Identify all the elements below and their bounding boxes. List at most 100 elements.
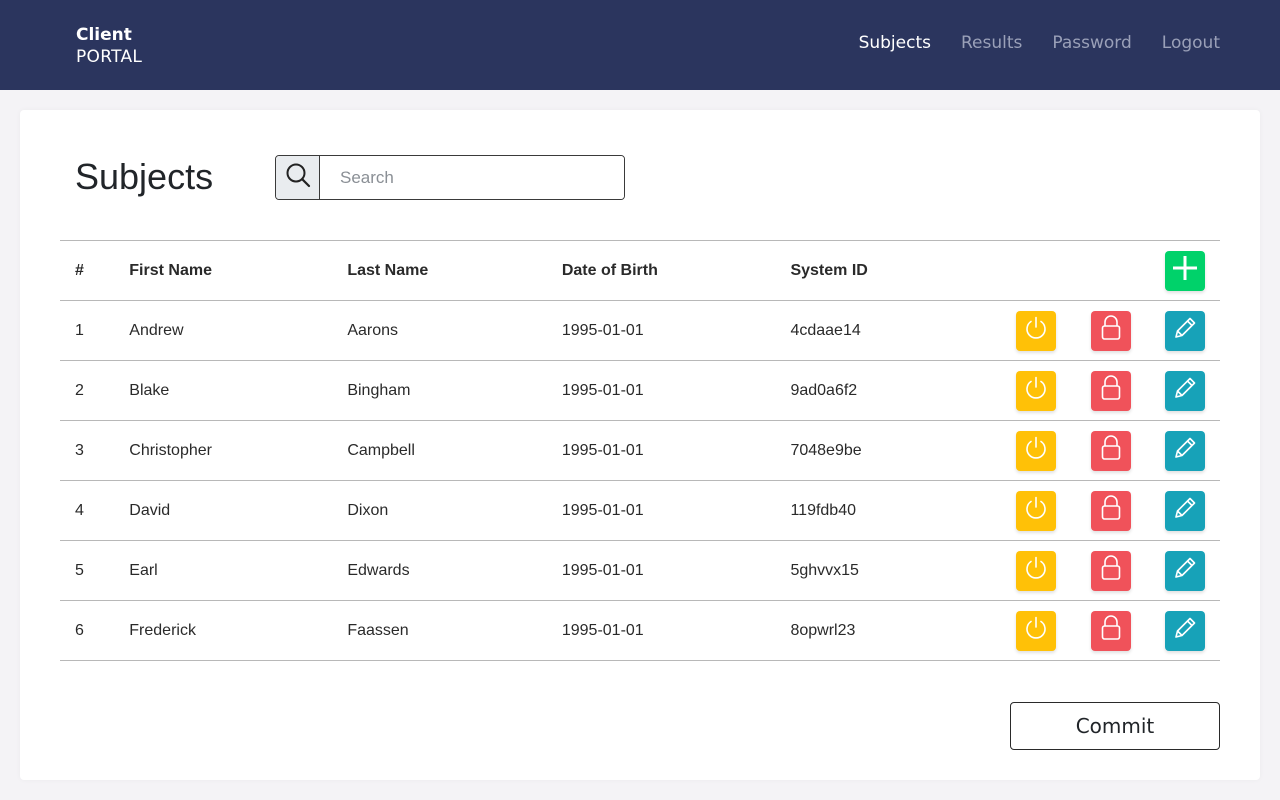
toggle-power-button[interactable] bbox=[1016, 310, 1057, 351]
edit-button[interactable] bbox=[1165, 370, 1205, 411]
lock-icon bbox=[1099, 494, 1123, 527]
col-header-dob: Date of Birth bbox=[546, 240, 776, 301]
toggle-power-button[interactable] bbox=[1016, 610, 1057, 651]
pencil-icon bbox=[1172, 375, 1198, 406]
cell-actions bbox=[971, 300, 1220, 361]
table-row: 1 Andrew Aarons 1995-01-01 4cdaae14 bbox=[60, 300, 1220, 361]
cell-dob: 1995-01-01 bbox=[546, 360, 776, 421]
lock-button[interactable] bbox=[1090, 430, 1131, 471]
pencil-icon bbox=[1172, 435, 1198, 466]
col-header-actions bbox=[971, 240, 1220, 301]
power-icon bbox=[1023, 375, 1049, 406]
table-row: 2 Blake Bingham 1995-01-01 9ad0a6f2 bbox=[60, 360, 1220, 421]
pencil-icon bbox=[1172, 615, 1198, 646]
edit-button[interactable] bbox=[1165, 310, 1205, 351]
cell-number: 2 bbox=[60, 360, 115, 421]
nav-link-logout[interactable]: Logout bbox=[1162, 33, 1220, 53]
cell-actions bbox=[971, 360, 1220, 421]
search-button[interactable] bbox=[276, 156, 320, 199]
cell-last-name: Edwards bbox=[332, 540, 547, 601]
lock-button[interactable] bbox=[1090, 610, 1131, 651]
cell-dob: 1995-01-01 bbox=[546, 540, 776, 601]
add-subject-button[interactable] bbox=[1165, 250, 1205, 291]
power-icon bbox=[1023, 555, 1049, 586]
cell-actions bbox=[971, 600, 1220, 661]
edit-button[interactable] bbox=[1165, 550, 1205, 591]
cell-system-id: 119fdb40 bbox=[775, 480, 972, 541]
search-input[interactable] bbox=[320, 156, 624, 199]
table-row: 6 Frederick Faassen 1995-01-01 8opwrl23 bbox=[60, 600, 1220, 661]
lock-icon bbox=[1099, 314, 1123, 347]
nav-link-results[interactable]: Results bbox=[961, 33, 1022, 53]
lock-button[interactable] bbox=[1090, 310, 1131, 351]
cell-first-name: Earl bbox=[114, 540, 333, 601]
cell-system-id: 4cdaae14 bbox=[775, 300, 972, 361]
toggle-power-button[interactable] bbox=[1016, 370, 1057, 411]
cell-dob: 1995-01-01 bbox=[546, 420, 776, 481]
edit-button[interactable] bbox=[1165, 610, 1205, 651]
table-row: 3 Christopher Campbell 1995-01-01 7048e9… bbox=[60, 420, 1220, 481]
cell-actions bbox=[971, 540, 1220, 601]
cell-number: 6 bbox=[60, 600, 115, 661]
main-nav: Subjects Results Password Logout bbox=[859, 33, 1220, 53]
cell-dob: 1995-01-01 bbox=[546, 480, 776, 541]
cell-actions bbox=[971, 420, 1220, 481]
lock-button[interactable] bbox=[1090, 490, 1131, 531]
cell-last-name: Bingham bbox=[332, 360, 547, 421]
power-icon bbox=[1023, 615, 1049, 646]
toggle-power-button[interactable] bbox=[1016, 490, 1057, 531]
cell-first-name: Andrew bbox=[114, 300, 333, 361]
lock-icon bbox=[1099, 614, 1123, 647]
brand-logo[interactable]: Client PORTAL bbox=[76, 24, 142, 68]
subjects-card: Subjects # First Name Last Name Date of … bbox=[20, 110, 1260, 780]
pencil-icon bbox=[1172, 555, 1198, 586]
cell-last-name: Aarons bbox=[332, 300, 547, 361]
cell-dob: 1995-01-01 bbox=[546, 300, 776, 361]
pencil-icon bbox=[1172, 495, 1198, 526]
col-header-first-name: First Name bbox=[114, 240, 333, 301]
cell-number: 3 bbox=[60, 420, 115, 481]
col-header-number: # bbox=[60, 240, 115, 301]
search-group bbox=[275, 155, 625, 200]
power-icon bbox=[1023, 495, 1049, 526]
table-body: 1 Andrew Aarons 1995-01-01 4cdaae14 2 Bl… bbox=[60, 300, 1220, 661]
toggle-power-button[interactable] bbox=[1016, 430, 1057, 471]
edit-button[interactable] bbox=[1165, 430, 1205, 471]
lock-icon bbox=[1099, 554, 1123, 587]
cell-system-id: 5ghvvx15 bbox=[775, 540, 972, 601]
plus-icon bbox=[1171, 254, 1199, 287]
cell-number: 1 bbox=[60, 300, 115, 361]
brand-line-client: Client bbox=[76, 25, 132, 45]
power-icon bbox=[1023, 435, 1049, 466]
pencil-icon bbox=[1172, 315, 1198, 346]
cell-actions bbox=[971, 480, 1220, 541]
col-header-last-name: Last Name bbox=[332, 240, 547, 301]
cell-system-id: 7048e9be bbox=[775, 420, 972, 481]
lock-icon bbox=[1099, 374, 1123, 407]
cell-last-name: Dixon bbox=[332, 480, 547, 541]
lock-button[interactable] bbox=[1090, 370, 1131, 411]
edit-button[interactable] bbox=[1165, 490, 1205, 531]
cell-first-name: Christopher bbox=[114, 420, 333, 481]
cell-last-name: Campbell bbox=[332, 420, 547, 481]
brand-line-portal: PORTAL bbox=[76, 47, 143, 67]
cell-number: 5 bbox=[60, 540, 115, 601]
cell-number: 4 bbox=[60, 480, 115, 541]
toggle-power-button[interactable] bbox=[1016, 550, 1057, 591]
nav-link-password[interactable]: Password bbox=[1052, 33, 1131, 53]
col-header-system-id: System ID bbox=[775, 240, 972, 301]
table-header-row: # First Name Last Name Date of Birth Sys… bbox=[60, 240, 1220, 301]
nav-link-subjects[interactable]: Subjects bbox=[859, 33, 931, 53]
power-icon bbox=[1023, 315, 1049, 346]
cell-last-name: Faassen bbox=[332, 600, 547, 661]
table-row: 5 Earl Edwards 1995-01-01 5ghvvx15 bbox=[60, 540, 1220, 601]
lock-button[interactable] bbox=[1090, 550, 1131, 591]
search-icon bbox=[285, 162, 311, 193]
cell-first-name: Frederick bbox=[114, 600, 333, 661]
cell-first-name: Blake bbox=[114, 360, 333, 421]
commit-button[interactable]: Commit bbox=[1010, 702, 1220, 750]
subjects-table: # First Name Last Name Date of Birth Sys… bbox=[60, 240, 1220, 661]
lock-icon bbox=[1099, 434, 1123, 467]
cell-dob: 1995-01-01 bbox=[546, 600, 776, 661]
table-row: 4 David Dixon 1995-01-01 119fdb40 bbox=[60, 480, 1220, 541]
